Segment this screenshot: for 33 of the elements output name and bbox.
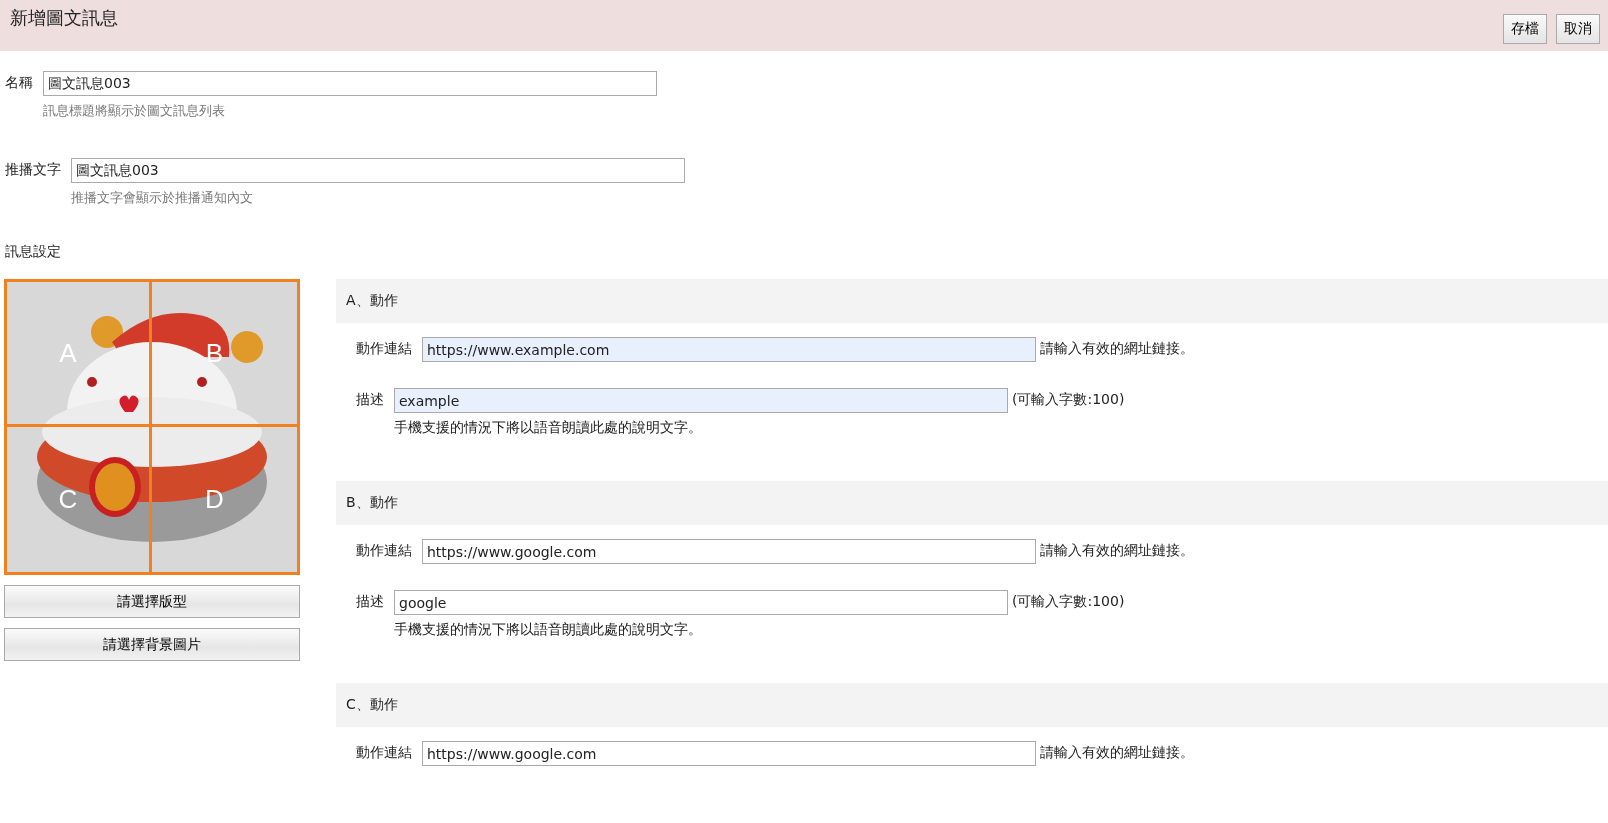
region-label: C bbox=[58, 484, 78, 515]
description-field[interactable]: example bbox=[394, 388, 1008, 413]
action-heading: B、動作 bbox=[336, 481, 1608, 525]
action-heading: C、動作 bbox=[336, 683, 1608, 727]
select-button[interactable]: 請選擇版型 bbox=[4, 585, 300, 618]
field-hint: 手機支援的情況下將以語音朗讀此處的說明文字。 bbox=[394, 419, 703, 437]
field-hint: 手機支援的情況下將以語音朗讀此處的說明文字。 bbox=[394, 621, 703, 639]
page-title: 新增圖文訊息 bbox=[10, 6, 118, 30]
link-field[interactable]: https://www.example.com bbox=[422, 337, 1036, 362]
link-field[interactable]: https://www.google.com bbox=[422, 741, 1036, 766]
field-label: 動作連結 bbox=[356, 743, 412, 762]
action-heading: A、動作 bbox=[336, 279, 1608, 323]
field-label: 推播文字 bbox=[5, 160, 61, 179]
link-field[interactable]: https://www.google.com bbox=[422, 539, 1036, 564]
field-hint: 推播文字會顯示於推播通知內文 bbox=[71, 189, 254, 207]
field-label: 名稱 bbox=[5, 73, 33, 92]
field-label: 動作連結 bbox=[356, 541, 412, 560]
field-note: 請輸入有效的網址鏈接。 bbox=[1040, 339, 1194, 358]
section-title: 訊息設定 bbox=[4, 242, 62, 261]
header-button[interactable]: 取消 bbox=[1556, 14, 1600, 44]
field-note: 請輸入有效的網址鏈接。 bbox=[1040, 743, 1194, 762]
field-label: 動作連結 bbox=[356, 339, 412, 358]
field-note: 請輸入有效的網址鏈接。 bbox=[1040, 541, 1194, 560]
field-note: (可輸入字數:100) bbox=[1012, 390, 1125, 409]
text-field[interactable]: 圖文訊息003 bbox=[71, 158, 685, 183]
field-label: 描述 bbox=[356, 390, 384, 409]
text-field[interactable]: 圖文訊息003 bbox=[43, 71, 657, 96]
header-button[interactable]: 存檔 bbox=[1503, 14, 1547, 44]
field-note: (可輸入字數:100) bbox=[1012, 592, 1125, 611]
field-hint: 訊息標題將顯示於圖文訊息列表 bbox=[43, 102, 226, 120]
description-field[interactable]: google bbox=[394, 590, 1008, 615]
field-label: 描述 bbox=[356, 592, 384, 611]
select-button[interactable]: 請選擇背景圖片 bbox=[4, 628, 300, 661]
